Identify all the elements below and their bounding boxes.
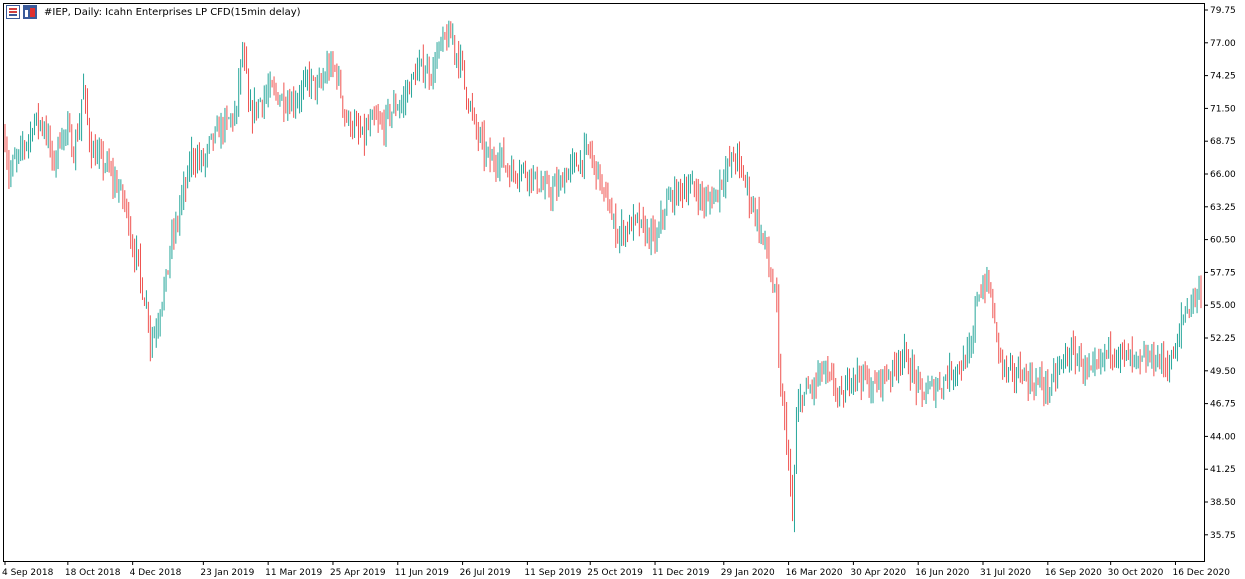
chart-header: #IEP, Daily: Icahn Enterprises LP CFD(15… xyxy=(6,4,301,20)
price-tick-label: 41.25 xyxy=(1210,465,1236,475)
color-scheme-icon[interactable] xyxy=(23,5,37,19)
time-tick-label: 16 Mar 2020 xyxy=(786,568,843,578)
price-tick-label: 38.50 xyxy=(1210,498,1236,508)
chart-title: #IEP, Daily: Icahn Enterprises LP CFD(15… xyxy=(44,6,301,18)
time-tick-label: 25 Apr 2019 xyxy=(330,568,386,578)
time-tick-label: 29 Jan 2020 xyxy=(721,568,775,578)
price-tick-label: 63.25 xyxy=(1210,203,1236,213)
price-tick-label: 49.50 xyxy=(1210,367,1236,377)
time-tick-label: 23 Jan 2019 xyxy=(200,568,254,578)
price-tick-label: 68.75 xyxy=(1210,137,1236,147)
price-tick-label: 52.25 xyxy=(1210,334,1236,344)
chart-settings-icon[interactable] xyxy=(6,5,20,19)
time-tick-label: 4 Dec 2018 xyxy=(130,568,182,578)
price-tick-label: 77.00 xyxy=(1210,39,1236,49)
price-tick-label: 79.75 xyxy=(1210,6,1236,16)
chart-background xyxy=(0,0,1245,579)
price-tick-label: 71.50 xyxy=(1210,104,1236,114)
time-tick-label: 31 Jul 2020 xyxy=(980,568,1031,578)
price-tick-label: 55.00 xyxy=(1210,301,1236,311)
time-tick-label: 25 Oct 2019 xyxy=(587,568,643,578)
price-tick-label: 74.25 xyxy=(1210,72,1236,82)
time-tick-label: 26 Jul 2019 xyxy=(460,568,511,578)
time-tick-label: 16 Jun 2020 xyxy=(915,568,969,578)
price-tick-label: 35.75 xyxy=(1210,531,1236,541)
time-tick-label: 30 Apr 2020 xyxy=(850,568,906,578)
time-tick-label: 11 Dec 2019 xyxy=(652,568,710,578)
price-chart-svg[interactable]: 79.75 77.00 74.25 71.50 68.75 66.00 63.25 60.50… xyxy=(0,0,1245,579)
time-tick-label: 18 Oct 2018 xyxy=(65,568,121,578)
time-tick-label: 11 Mar 2019 xyxy=(265,568,322,578)
time-tick-label: 30 Oct 2020 xyxy=(1108,568,1164,578)
time-tick-label: 11 Sep 2019 xyxy=(524,568,581,578)
price-tick-label: 57.75 xyxy=(1210,268,1236,278)
time-tick-label: 11 Jun 2019 xyxy=(395,568,449,578)
time-tick-label: 16 Sep 2020 xyxy=(1045,568,1102,578)
price-tick-label: 46.75 xyxy=(1210,400,1236,410)
time-tick-label: 16 Dec 2020 xyxy=(1172,568,1230,578)
price-tick-label: 44.00 xyxy=(1210,432,1236,442)
price-tick-label: 66.00 xyxy=(1210,170,1236,180)
price-chart[interactable]: 79.75 77.00 74.25 71.50 68.75 66.00 63.25 60.50… xyxy=(0,0,1245,579)
time-tick-label: 4 Sep 2018 xyxy=(2,568,54,578)
price-tick-label: 60.50 xyxy=(1210,236,1236,246)
